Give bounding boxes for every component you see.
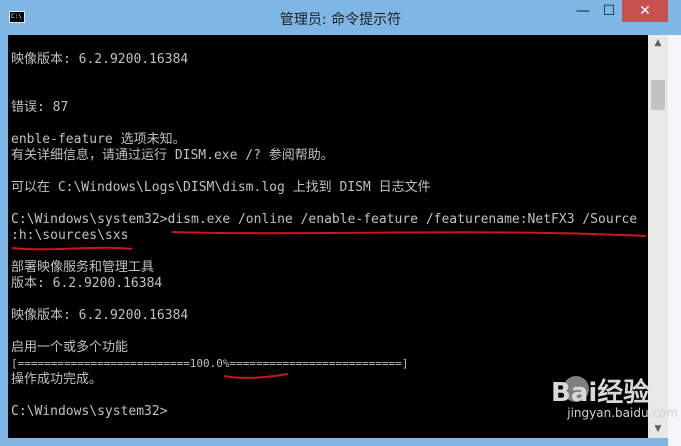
watermark-brand: Bai经验	[551, 378, 650, 408]
watermark-url: jingyan.baidu.com	[567, 406, 678, 420]
baidu-jingyan-watermark: Bai经验 jingyan.baidu.com	[551, 372, 678, 442]
annotation-underline-command	[171, 231, 647, 237]
annotation-underline-source	[11, 246, 133, 251]
annotation-underline-progress	[223, 373, 289, 379]
